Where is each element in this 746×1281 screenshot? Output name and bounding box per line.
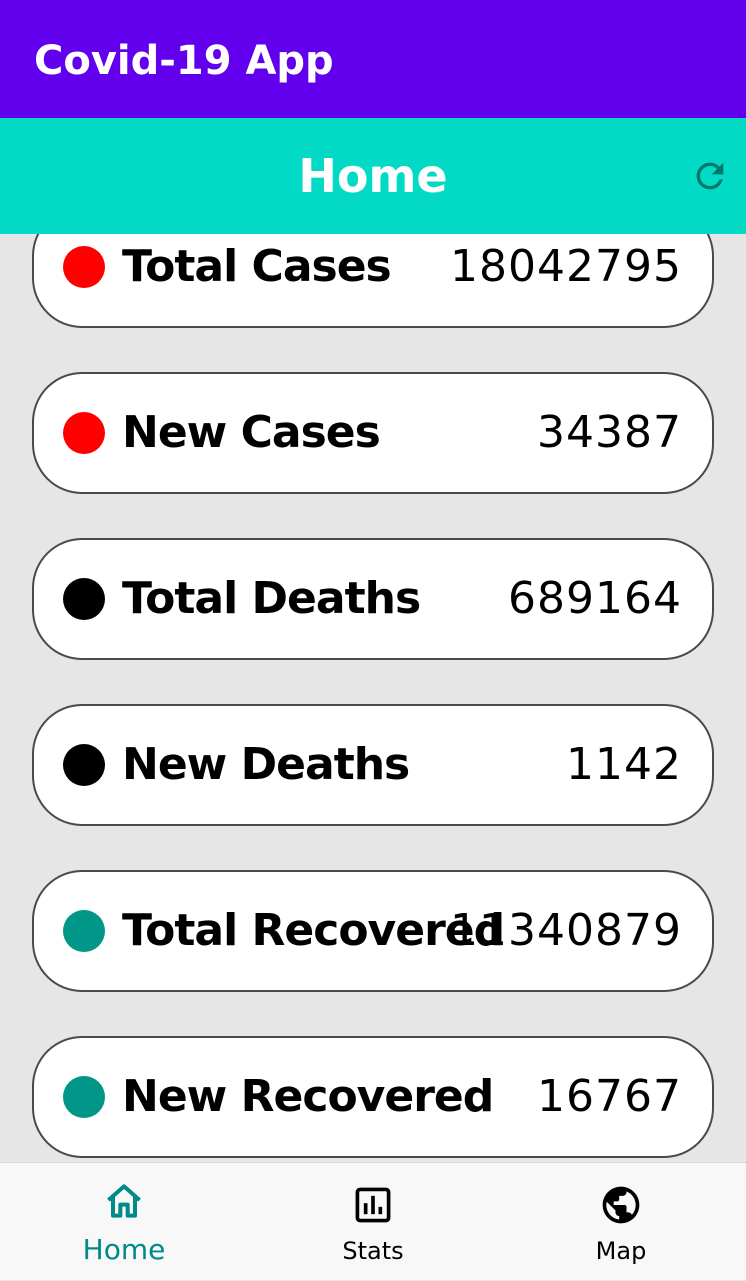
nav-label-stats: Stats xyxy=(342,1237,404,1265)
stat-label: New Recovered xyxy=(122,1071,494,1122)
page-title: Home xyxy=(298,149,448,203)
bar-chart-icon xyxy=(355,1187,391,1223)
stat-value: 18042795 xyxy=(450,241,682,292)
stat-label: New Deaths xyxy=(122,739,410,790)
stat-card-new-recovered: New Recovered 16767 xyxy=(32,1036,714,1158)
globe-icon xyxy=(602,1186,640,1224)
bottom-nav: Home Stats Map xyxy=(0,1162,746,1280)
total-recovered-dot xyxy=(63,910,105,952)
stat-value: 16767 xyxy=(537,1071,682,1122)
stat-label: Total Deaths xyxy=(122,573,421,624)
total-cases-dot xyxy=(63,246,105,288)
nav-item-home[interactable]: Home xyxy=(0,1163,248,1281)
nav-item-stats[interactable]: Stats xyxy=(249,1163,497,1281)
stat-value: 689164 xyxy=(508,573,682,624)
refresh-icon xyxy=(696,162,724,190)
new-cases-dot xyxy=(63,412,105,454)
app-title: Covid-19 App xyxy=(34,38,334,84)
nav-label-map: Map xyxy=(595,1237,647,1265)
refresh-button[interactable] xyxy=(690,156,730,196)
home-icon xyxy=(107,1184,141,1218)
new-deaths-dot xyxy=(63,744,105,786)
total-deaths-dot xyxy=(63,578,105,620)
stat-label: New Cases xyxy=(122,407,381,458)
stat-label: Total Recovered xyxy=(122,905,505,956)
stat-card-total-cases: Total Cases 18042795 xyxy=(32,234,714,328)
stat-label: Total Cases xyxy=(122,241,392,292)
app-bar: Covid-19 App xyxy=(0,0,746,118)
nav-item-map[interactable]: Map xyxy=(497,1163,745,1281)
nav-label-home: Home xyxy=(82,1233,166,1266)
new-recovered-dot xyxy=(63,1076,105,1118)
stats-list[interactable]: Total Cases 18042795 New Cases 34387 Tot… xyxy=(0,234,746,1162)
page-header: Home xyxy=(0,118,746,234)
stat-card-new-deaths: New Deaths 1142 xyxy=(32,704,714,826)
stat-card-total-recovered: Total Recovered 11340879 xyxy=(32,870,714,992)
stat-card-new-cases: New Cases 34387 xyxy=(32,372,714,494)
stat-value: 1142 xyxy=(566,739,682,790)
stat-value: 34387 xyxy=(537,407,682,458)
stat-value: 11340879 xyxy=(450,905,682,956)
stat-card-total-deaths: Total Deaths 689164 xyxy=(32,538,714,660)
